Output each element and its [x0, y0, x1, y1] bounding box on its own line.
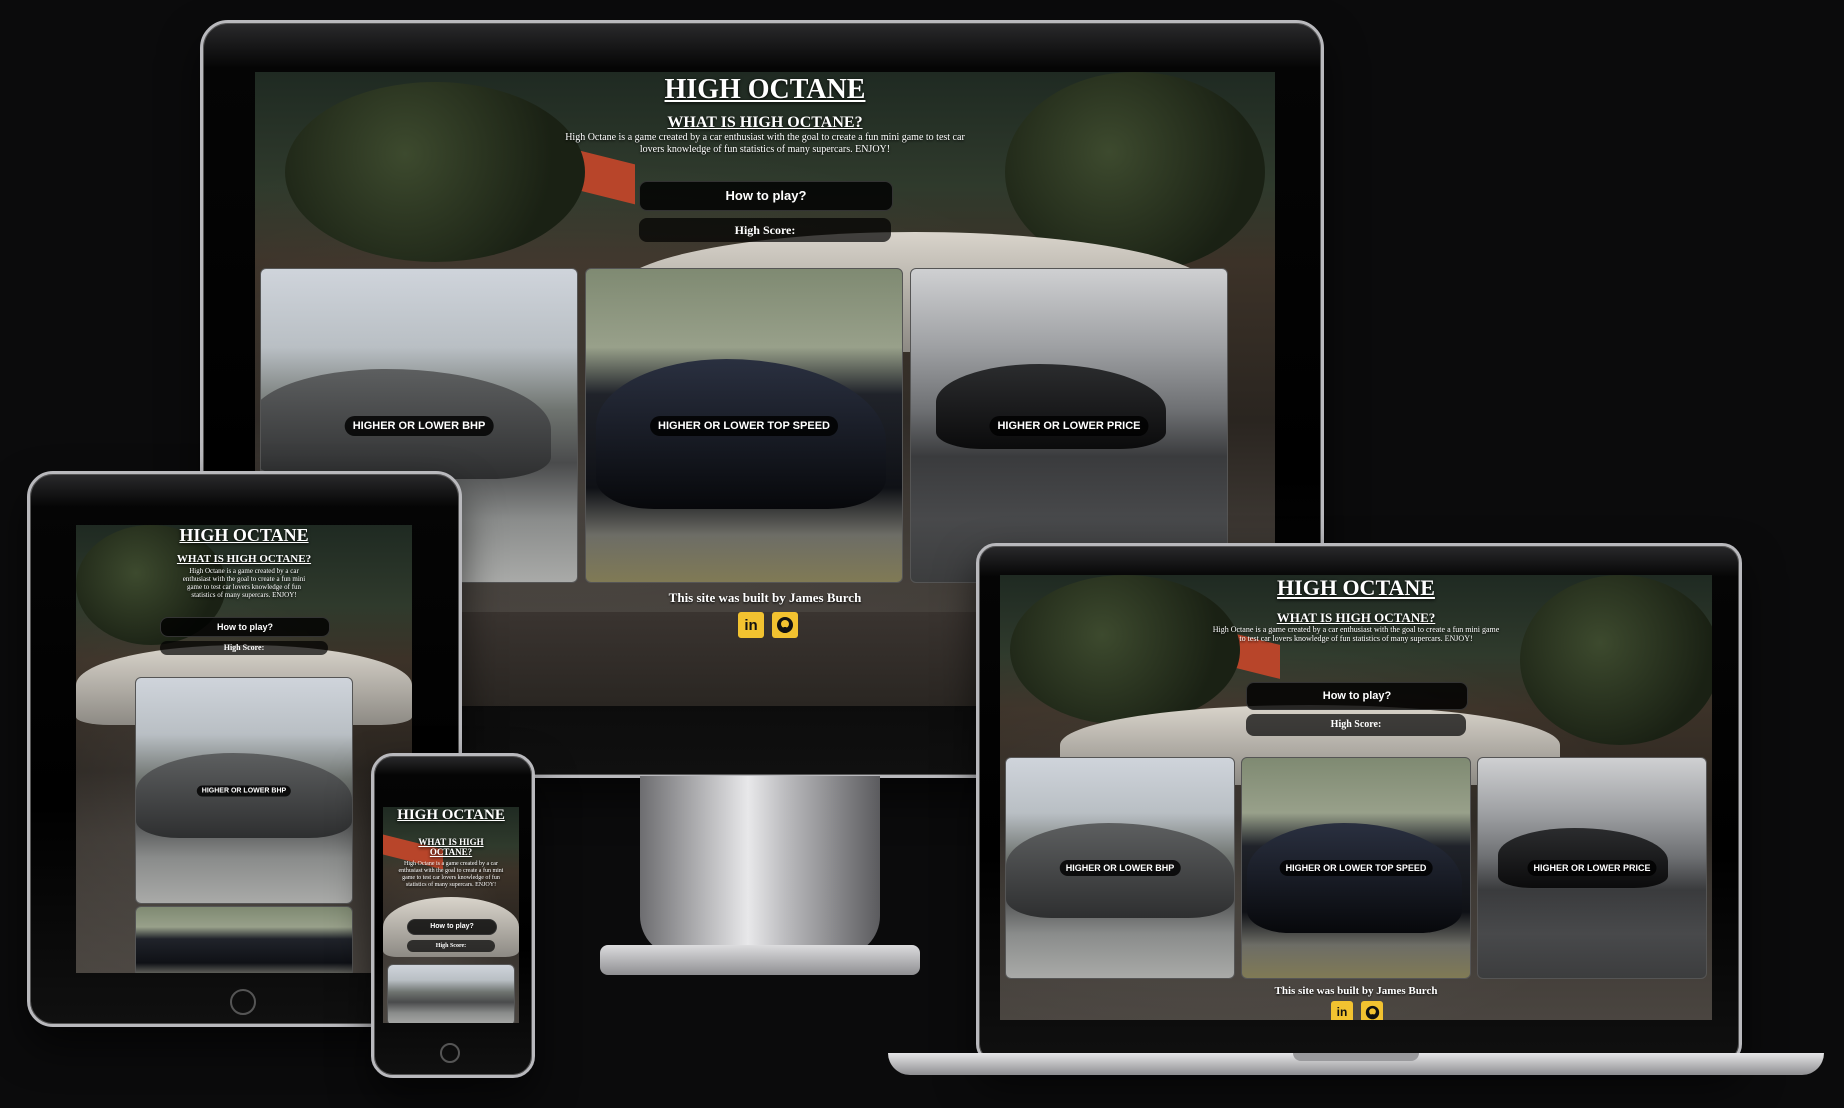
- how-to-play-button[interactable]: How to play?: [639, 181, 893, 211]
- social-links: in: [1331, 1001, 1383, 1020]
- high-score: High Score:: [407, 940, 495, 952]
- site-title: HIGH OCTANE: [179, 525, 309, 545]
- phone: HIGH OCTANE WHAT IS HIGH OCTANE? High Oc…: [371, 753, 535, 1078]
- mode-card-top-speed[interactable]: HIGHER OR LOWER TOP SPEED: [585, 268, 903, 583]
- about-heading: WHAT IS HIGH OCTANE?: [176, 553, 312, 565]
- how-to-play-button[interactable]: How to play?: [160, 617, 330, 637]
- mode-label-price: HIGHER OR LOWER PRICE: [1527, 860, 1657, 876]
- mode-label-top-speed: HIGHER OR LOWER TOP SPEED: [650, 415, 838, 436]
- laptop: HIGH OCTANE WHAT IS HIGH OCTANE? High Oc…: [888, 543, 1824, 1083]
- high-score: High Score:: [160, 641, 328, 655]
- about-text: High Octane is a game created by a car e…: [398, 861, 504, 888]
- how-to-play-button[interactable]: How to play?: [1246, 682, 1468, 710]
- site-title: HIGH OCTANE: [664, 74, 866, 105]
- how-to-play-button[interactable]: How to play?: [407, 919, 497, 935]
- laptop-screen: HIGH OCTANE WHAT IS HIGH OCTANE? High Oc…: [1000, 575, 1712, 1020]
- phone-screen: HIGH OCTANE WHAT IS HIGH OCTANE? High Oc…: [383, 807, 519, 1023]
- github-icon[interactable]: [772, 612, 798, 638]
- linkedin-icon[interactable]: in: [738, 612, 764, 638]
- site-title: HIGH OCTANE: [1277, 575, 1435, 600]
- mode-card-top-speed[interactable]: [135, 906, 353, 973]
- about-heading: WHAT IS HIGH OCTANE?: [667, 114, 863, 131]
- site-title: HIGH OCTANE: [397, 807, 505, 823]
- high-score: High Score:: [639, 218, 891, 242]
- mode-card-top-speed[interactable]: HIGHER OR LOWER TOP SPEED: [1241, 757, 1471, 979]
- mode-card-bhp[interactable]: [387, 964, 515, 1023]
- mode-card-bhp[interactable]: HIGHER OR LOWER BHP: [135, 677, 353, 904]
- mode-label-bhp: HIGHER OR LOWER BHP: [344, 415, 494, 436]
- about-text: High Octane is a game created by a car e…: [182, 567, 306, 600]
- about-heading: WHAT IS HIGH OCTANE?: [1276, 610, 1436, 625]
- about-text: High Octane is a game created by a car e…: [1212, 625, 1500, 644]
- about-text: High Octane is a game created by a car e…: [565, 132, 965, 155]
- github-icon[interactable]: [1361, 1001, 1383, 1020]
- mode-label-bhp: HIGHER OR LOWER BHP: [196, 785, 292, 796]
- mode-card-price[interactable]: HIGHER OR LOWER PRICE: [910, 268, 1228, 583]
- tablet-screen: HIGH OCTANE WHAT IS HIGH OCTANE? High Oc…: [76, 525, 412, 973]
- mode-card-bhp[interactable]: HIGHER OR LOWER BHP: [1005, 757, 1235, 979]
- mode-card-price[interactable]: HIGHER OR LOWER PRICE: [1477, 757, 1707, 979]
- linkedin-icon[interactable]: in: [1331, 1001, 1353, 1020]
- mode-label-price: HIGHER OR LOWER PRICE: [989, 415, 1149, 436]
- about-heading: WHAT IS HIGH OCTANE?: [418, 837, 484, 857]
- footer-credit: This site was built by James Burch: [1274, 985, 1438, 997]
- mode-label-top-speed: HIGHER OR LOWER TOP SPEED: [1279, 860, 1433, 876]
- social-links: in: [738, 612, 798, 638]
- mode-label-bhp: HIGHER OR LOWER BHP: [1059, 860, 1181, 876]
- high-score: High Score:: [1246, 714, 1466, 736]
